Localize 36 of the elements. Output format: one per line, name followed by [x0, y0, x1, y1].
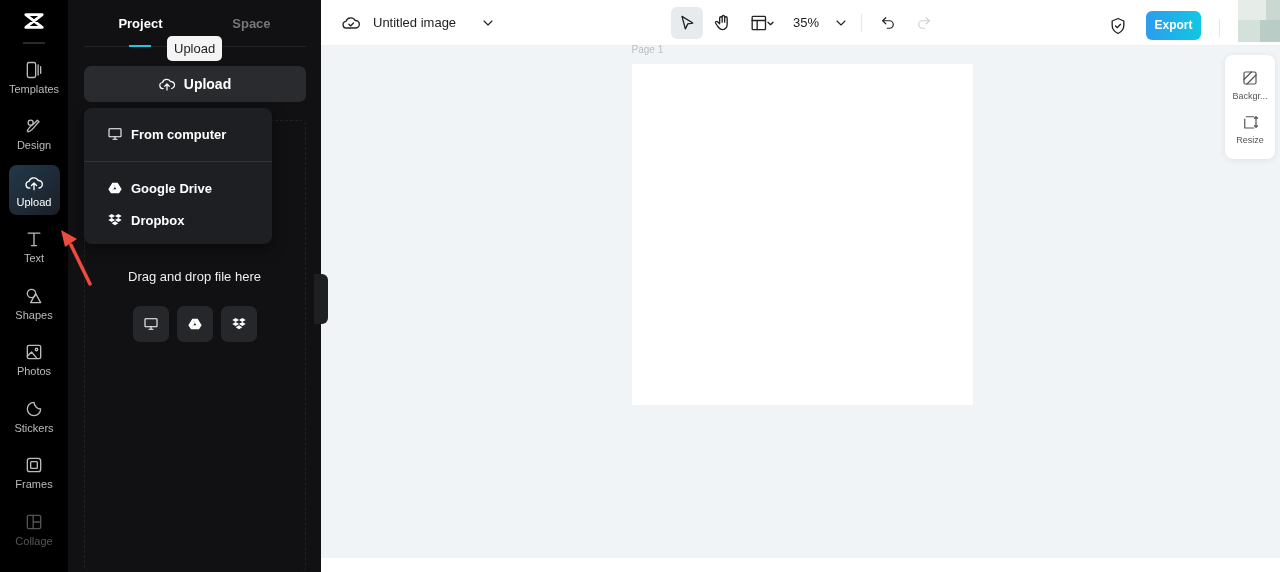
source-button[interactable]: [220, 306, 257, 342]
annotation-arrow: [61, 230, 93, 286]
dropbox-icon: [107, 212, 123, 228]
tooltip: Upload: [167, 36, 223, 61]
zoom-button[interactable]: 35%: [785, 6, 827, 39]
avatar: [1238, 0, 1280, 42]
sidebar-item[interactable]: Photos: [8, 334, 60, 385]
monitor-icon: [107, 126, 123, 142]
sidebar-item[interactable]: Upload: [8, 165, 60, 215]
image-icon: [24, 342, 44, 362]
frame-icon: [24, 455, 44, 475]
upload-button[interactable]: Upload: [83, 66, 306, 102]
hatched-square-icon: [1241, 69, 1259, 87]
menu-item[interactable]: From computer: [84, 118, 272, 150]
resize-icon: [1241, 113, 1259, 131]
source-button[interactable]: [132, 306, 169, 342]
drop-hint: Drag and drop file here: [128, 269, 261, 284]
menu-item[interactable]: Google Drive: [84, 172, 272, 204]
sidebar-item[interactable]: Stickers: [8, 391, 60, 441]
sidebar-item[interactable]: Templates: [8, 52, 60, 102]
collapse-handle[interactable]: [314, 274, 328, 324]
tool-button[interactable]: [671, 6, 703, 39]
menu-item[interactable]: Dropbox: [84, 204, 272, 236]
side-tool-button[interactable]: Backgr...: [1226, 63, 1274, 107]
document-title[interactable]: Untitled image: [373, 15, 457, 30]
sidebar-item[interactable]: Design: [8, 108, 60, 159]
source-button[interactable]: [176, 306, 213, 342]
sidebar-item[interactable]: Text: [8, 221, 60, 272]
monitor-icon: [142, 316, 159, 332]
sidebar-item[interactable]: Frames: [8, 447, 60, 498]
sidebar-item[interactable]: Shapes: [8, 278, 60, 328]
dropbox-icon: [230, 316, 247, 332]
templates-icon: [24, 59, 44, 80]
tab[interactable]: Space: [222, 0, 281, 46]
side-tool-button[interactable]: Resize: [1226, 107, 1274, 151]
app-logo: [23, 10, 45, 32]
